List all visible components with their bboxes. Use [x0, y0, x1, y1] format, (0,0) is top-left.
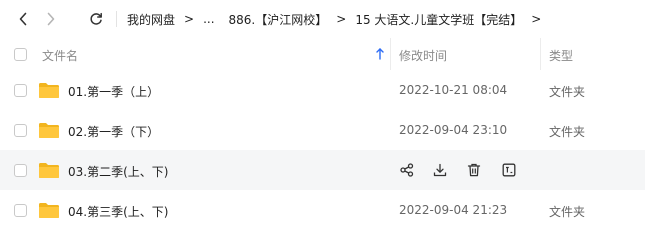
navigation-bar: 我的网盘 > ... 886.【沪江网校】 > 15 大语文.儿童文学班【完结】… [0, 0, 645, 38]
folder-icon [39, 83, 59, 98]
breadcrumb-item-current[interactable]: 15 大语文.儿童文学班【完结】 [355, 11, 522, 28]
folder-icon [39, 163, 59, 178]
forward-button[interactable] [41, 9, 61, 29]
breadcrumb-separator: > [184, 12, 195, 26]
row-checkbox[interactable] [14, 124, 27, 137]
table-row[interactable]: 04.第三季(上、下) 2022-09-04 21:23 文件夹 [0, 190, 645, 230]
row-type: 文件夹 [549, 85, 586, 99]
breadcrumb-item-parent[interactable]: 886.【沪江网校】 [229, 11, 328, 28]
back-button[interactable] [13, 9, 33, 29]
row-type: 文件夹 [549, 205, 586, 219]
breadcrumb: 我的网盘 > ... 886.【沪江网校】 > 15 大语文.儿童文学班【完结】… [127, 10, 550, 28]
nav-divider [116, 11, 117, 27]
row-type: 文件夹 [549, 125, 586, 139]
folder-icon [39, 123, 59, 138]
chevron-left-icon [19, 12, 27, 26]
rename-icon [502, 163, 516, 177]
rename-button[interactable] [501, 162, 517, 178]
refresh-button[interactable] [86, 9, 106, 29]
folder-icon [39, 203, 59, 218]
table-row[interactable]: 02.第一季（下） 2022-09-04 23:10 文件夹 [0, 110, 645, 150]
download-icon [433, 163, 447, 177]
column-header-modified[interactable]: 修改时间 [399, 47, 447, 64]
column-divider[interactable] [390, 38, 391, 70]
sort-ascending-icon[interactable] [375, 47, 385, 61]
row-name[interactable]: 04.第三季(上、下) [68, 203, 168, 220]
row-checkbox[interactable] [14, 164, 27, 177]
table-row[interactable]: 03.第二季(上、下) [0, 150, 645, 190]
breadcrumb-ellipsis[interactable]: ... [203, 12, 214, 26]
delete-icon [467, 163, 481, 177]
row-modified: 2022-10-21 08:04 [399, 83, 508, 97]
row-name[interactable]: 03.第二季(上、下) [68, 163, 168, 180]
row-checkbox[interactable] [14, 204, 27, 217]
row-modified: 2022-09-04 23:10 [399, 123, 508, 137]
row-modified: 2022-09-04 21:23 [399, 203, 508, 217]
breadcrumb-item-root[interactable]: 我的网盘 [127, 11, 175, 28]
select-all-checkbox[interactable] [14, 48, 27, 61]
table-row[interactable]: 01.第一季（上） 2022-10-21 08:04 文件夹 [0, 70, 645, 110]
delete-button[interactable] [466, 162, 482, 178]
chevron-right-icon [47, 12, 55, 26]
row-name[interactable]: 02.第一季（下） [68, 123, 159, 140]
refresh-icon [90, 12, 102, 25]
column-divider[interactable] [540, 38, 541, 70]
breadcrumb-separator: > [336, 12, 347, 26]
column-header-type[interactable]: 类型 [549, 47, 573, 64]
row-checkbox[interactable] [14, 84, 27, 97]
share-button[interactable] [399, 162, 415, 178]
column-header-name[interactable]: 文件名 [42, 47, 78, 64]
breadcrumb-separator: > [531, 12, 542, 26]
share-icon [400, 163, 414, 177]
download-button[interactable] [432, 162, 448, 178]
row-name[interactable]: 01.第一季（上） [68, 83, 159, 100]
